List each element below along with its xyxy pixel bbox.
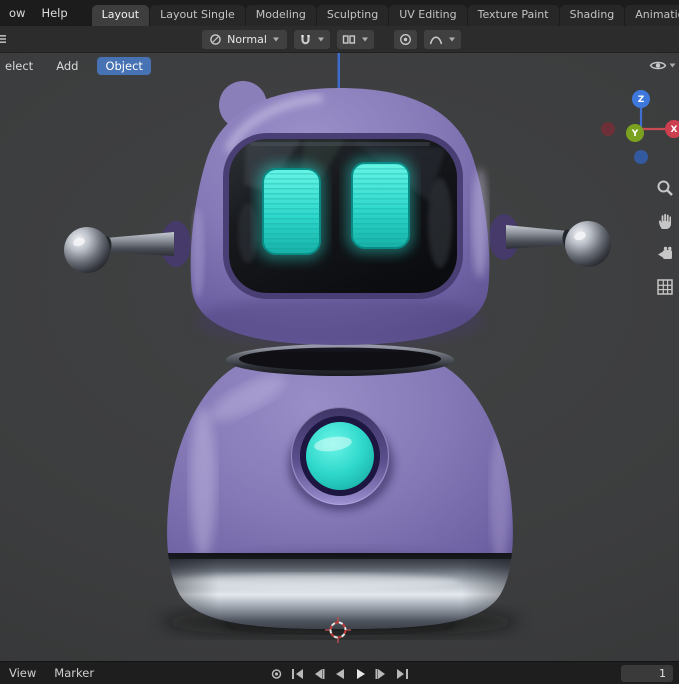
play-reverse-button[interactable]: [331, 665, 349, 683]
transform-orientation-dropdown[interactable]: Normal: [202, 29, 287, 49]
visibility-dropdown[interactable]: [649, 59, 676, 72]
chevron-down-icon: [669, 63, 676, 68]
robot-screen: [223, 133, 463, 299]
prev-keyframe-icon: [315, 668, 325, 679]
viewport-side-tools: [654, 177, 676, 298]
gizmo-z-label: Z: [638, 95, 645, 105]
tab-shading[interactable]: Shading: [559, 5, 625, 26]
increment-snap-icon: [342, 34, 356, 44]
play-icon: [357, 668, 365, 679]
proportional-editing-toggle[interactable]: [393, 29, 417, 49]
chevron-down-icon: [448, 37, 455, 41]
record-button[interactable]: [268, 665, 286, 683]
tab-texture-paint[interactable]: Texture Paint: [467, 5, 559, 26]
zoom-tool-icon[interactable]: [654, 177, 676, 199]
gizmo-neg-x[interactable]: [601, 122, 615, 136]
previous-keyframe-button[interactable]: [310, 665, 328, 683]
orientation-label: Normal: [227, 32, 267, 46]
play-reverse-icon: [336, 668, 344, 679]
current-frame-value: 1: [659, 667, 666, 680]
current-frame-field[interactable]: 1: [621, 665, 673, 682]
tool-settings-bar: Normal: [0, 26, 679, 53]
topbar: ow Help Layout Layout Single Modeling Sc…: [0, 0, 679, 26]
pan-hand-icon[interactable]: [654, 210, 676, 232]
next-keyframe-icon: [375, 668, 385, 679]
chevron-down-icon: [272, 37, 279, 41]
playback-controls: [268, 662, 412, 684]
eye-icon: [649, 61, 667, 70]
record-icon: [271, 668, 282, 679]
hamburger-lines-icon: [0, 35, 6, 43]
tab-sculpting[interactable]: Sculpting: [316, 5, 389, 26]
jump-to-start-button[interactable]: [289, 665, 307, 683]
next-keyframe-button[interactable]: [373, 665, 391, 683]
jump-end-icon: [397, 668, 408, 679]
gizmo-neg-z[interactable]: [634, 150, 648, 164]
viewport-3d[interactable]: elect Add Object Z X Y: [0, 53, 679, 661]
falloff-curve-icon: [429, 36, 443, 44]
jump-to-end-button[interactable]: [394, 665, 412, 683]
tab-uv-editing[interactable]: UV Editing: [389, 5, 467, 26]
viewport-header: elect Add Object: [0, 53, 679, 78]
menu-window[interactable]: ow: [3, 3, 31, 23]
robot-eye-left: [262, 168, 321, 255]
robot-head: [190, 88, 490, 347]
transform-snap-controls: Normal: [202, 29, 461, 49]
menu-help[interactable]: Help: [35, 3, 73, 23]
menu-select[interactable]: elect: [1, 57, 37, 75]
snap-with-dropdown[interactable]: [336, 29, 374, 49]
workspace-tabs: Layout Layout Single Modeling Sculpting …: [91, 0, 679, 26]
jump-start-icon: [292, 668, 303, 679]
antenna-left: [64, 221, 191, 273]
orientation-axis-icon: [210, 33, 221, 45]
timeline-menus: View Marker: [0, 666, 94, 680]
tab-animation[interactable]: Animation: [625, 5, 679, 26]
tab-layout-single[interactable]: Layout Single: [150, 5, 245, 26]
menu-add[interactable]: Add: [52, 57, 82, 75]
camera-view-icon[interactable]: [654, 243, 676, 265]
menu-marker[interactable]: Marker: [54, 666, 94, 680]
menu-view[interactable]: View: [9, 666, 36, 680]
editor-type-icon[interactable]: [0, 32, 8, 46]
proportional-editing-icon: [399, 33, 411, 45]
scene-robot[interactable]: [0, 53, 679, 661]
timeline-bar: View Marker 1: [0, 661, 679, 684]
chevron-down-icon: [317, 37, 324, 41]
magnet-icon: [301, 34, 310, 44]
robot[interactable]: [64, 81, 611, 643]
main-menus: ow Help: [0, 3, 74, 23]
tab-modeling[interactable]: Modeling: [245, 5, 316, 26]
gizmo-x-label: X: [671, 125, 678, 135]
menu-object[interactable]: Object: [97, 56, 151, 75]
play-button[interactable]: [352, 665, 370, 683]
snap-dropdown[interactable]: [293, 29, 330, 49]
gizmo-y-label: Y: [631, 129, 639, 139]
chevron-down-icon: [361, 37, 368, 41]
orthographic-grid-icon[interactable]: [654, 276, 676, 298]
antenna-right: [489, 214, 611, 267]
tab-layout[interactable]: Layout: [91, 5, 150, 26]
falloff-dropdown[interactable]: [423, 29, 461, 49]
robot-eye-right: [351, 162, 410, 249]
neck-rim: [226, 344, 454, 376]
navigation-gizmo[interactable]: Z X Y: [601, 89, 679, 167]
blender-window: ow Help Layout Layout Single Modeling Sc…: [0, 0, 679, 684]
